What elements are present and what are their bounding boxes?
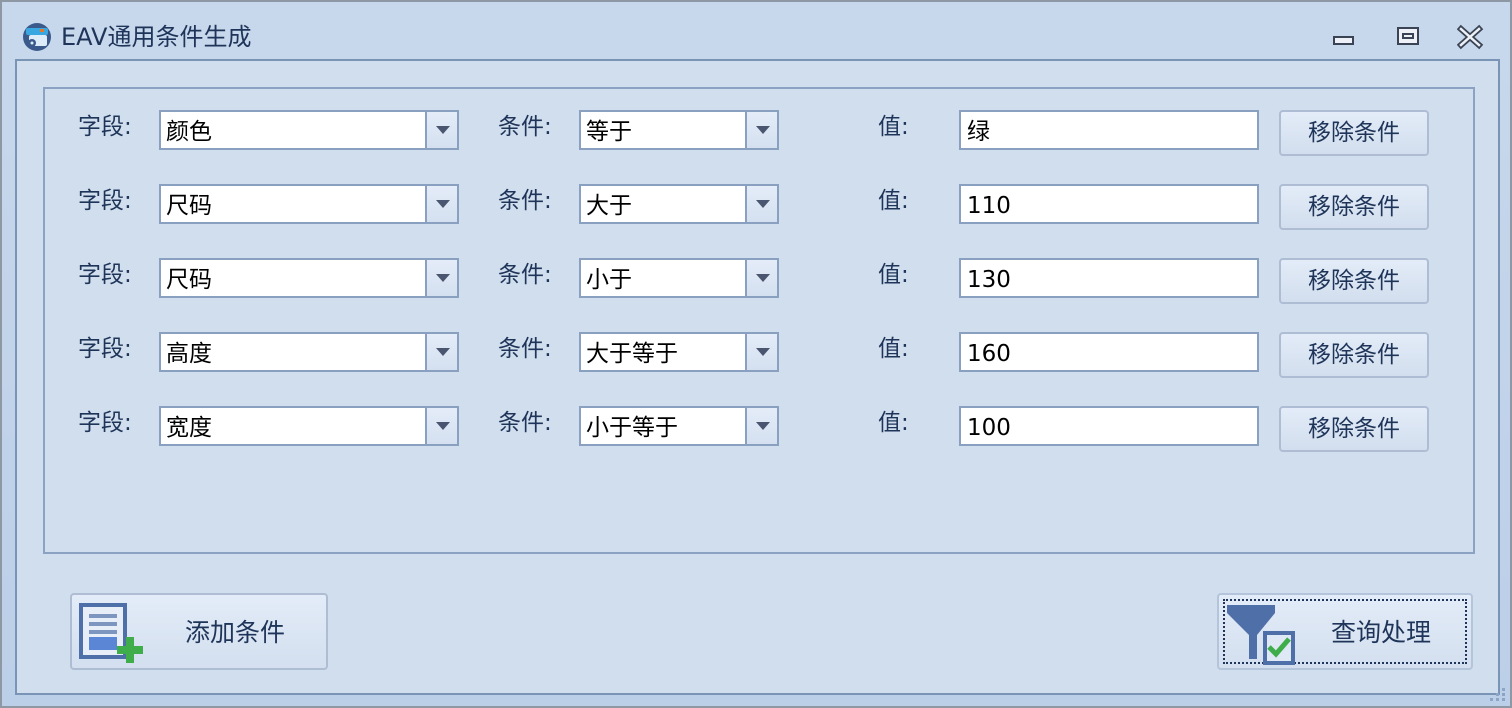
field-value: 宽度 xyxy=(166,415,212,441)
condition-dropdown-button[interactable] xyxy=(745,260,777,296)
value-label: 值: xyxy=(878,410,909,436)
field-combo[interactable]: 尺码 xyxy=(159,184,459,224)
condition-combo[interactable]: 大于 xyxy=(579,184,779,224)
field-dropdown-button[interactable] xyxy=(425,408,457,444)
resize-grip-icon[interactable] xyxy=(1486,682,1508,704)
field-value: 尺码 xyxy=(166,267,212,293)
field-label: 字段: xyxy=(78,336,132,362)
condition-dropdown-button[interactable] xyxy=(745,186,777,222)
field-value: 颜色 xyxy=(166,119,212,145)
value-text: 100 xyxy=(967,415,1011,441)
field-label: 字段: xyxy=(78,188,132,214)
condition-dropdown-button[interactable] xyxy=(745,112,777,148)
condition-value: 大于 xyxy=(586,193,632,219)
condition-combo[interactable]: 小于 xyxy=(579,258,779,298)
filter-check-icon xyxy=(1225,603,1299,673)
restore-icon xyxy=(1397,27,1419,45)
condition-row: 字段: 高度 条件: 大于等于 值: 160 移除条件 xyxy=(45,332,1473,378)
value-input[interactable]: 100 xyxy=(959,406,1259,446)
client-area: 字段: 颜色 条件: 等于 值: 绿 移除条件 字段: 尺码 条件: 大于 值:… xyxy=(15,59,1500,695)
value-input[interactable]: 绿 xyxy=(959,110,1259,150)
condition-value: 小于 xyxy=(586,267,632,293)
remove-condition-button[interactable]: 移除条件 xyxy=(1279,184,1429,230)
value-text: 160 xyxy=(967,341,1011,367)
condition-dropdown-button[interactable] xyxy=(745,334,777,370)
field-label: 字段: xyxy=(78,410,132,436)
condition-row: 字段: 宽度 条件: 小于等于 值: 100 移除条件 xyxy=(45,406,1473,452)
query-label: 查询处理 xyxy=(1331,618,1432,647)
app-database-icon xyxy=(22,22,52,52)
condition-row: 字段: 尺码 条件: 小于 值: 130 移除条件 xyxy=(45,258,1473,304)
condition-label: 条件: xyxy=(498,188,552,214)
field-combo[interactable]: 高度 xyxy=(159,332,459,372)
remove-condition-button[interactable]: 移除条件 xyxy=(1279,406,1429,452)
remove-condition-button[interactable]: 移除条件 xyxy=(1279,110,1429,156)
condition-combo[interactable]: 小于等于 xyxy=(579,406,779,446)
window: EAV通用条件生成 字段: 颜色 条件: 等于 值: 绿 移除条件 字段: 尺码… xyxy=(0,0,1512,708)
field-combo[interactable]: 宽度 xyxy=(159,406,459,446)
condition-combo[interactable]: 大于等于 xyxy=(579,332,779,372)
field-dropdown-button[interactable] xyxy=(425,186,457,222)
minimize-button[interactable] xyxy=(1330,24,1358,50)
title-bar[interactable]: EAV通用条件生成 xyxy=(2,2,1510,60)
condition-row: 字段: 尺码 条件: 大于 值: 110 移除条件 xyxy=(45,184,1473,230)
field-combo[interactable]: 尺码 xyxy=(159,258,459,298)
field-dropdown-button[interactable] xyxy=(425,112,457,148)
condition-label: 条件: xyxy=(498,336,552,362)
condition-value: 小于等于 xyxy=(586,415,678,441)
value-input[interactable]: 160 xyxy=(959,332,1259,372)
minimize-icon xyxy=(1333,36,1354,45)
value-label: 值: xyxy=(878,188,909,214)
value-label: 值: xyxy=(878,262,909,288)
remove-condition-button[interactable]: 移除条件 xyxy=(1279,332,1429,378)
condition-dropdown-button[interactable] xyxy=(745,408,777,444)
close-button[interactable] xyxy=(1457,24,1485,50)
condition-row: 字段: 颜色 条件: 等于 值: 绿 移除条件 xyxy=(45,110,1473,156)
condition-label: 条件: xyxy=(498,410,552,436)
field-combo[interactable]: 颜色 xyxy=(159,110,459,150)
close-icon xyxy=(1457,24,1484,50)
window-title: EAV通用条件生成 xyxy=(61,23,252,51)
condition-value: 等于 xyxy=(586,119,632,145)
add-condition-label: 添加条件 xyxy=(185,618,286,647)
value-input[interactable]: 130 xyxy=(959,258,1259,298)
field-value: 尺码 xyxy=(166,193,212,219)
field-dropdown-button[interactable] xyxy=(425,334,457,370)
condition-label: 条件: xyxy=(498,114,552,140)
field-label: 字段: xyxy=(78,114,132,140)
field-dropdown-button[interactable] xyxy=(425,260,457,296)
field-value: 高度 xyxy=(166,341,212,367)
value-label: 值: xyxy=(878,336,909,362)
value-text: 130 xyxy=(967,267,1011,293)
remove-condition-button[interactable]: 移除条件 xyxy=(1279,258,1429,304)
condition-combo[interactable]: 等于 xyxy=(579,110,779,150)
add-condition-button[interactable]: 添加条件 xyxy=(70,593,328,670)
query-button[interactable]: 查询处理 xyxy=(1217,593,1473,670)
value-label: 值: xyxy=(878,114,909,140)
value-text: 绿 xyxy=(967,119,990,145)
field-label: 字段: xyxy=(78,262,132,288)
condition-value: 大于等于 xyxy=(586,341,678,367)
add-document-icon xyxy=(78,603,144,667)
conditions-panel: 字段: 颜色 条件: 等于 值: 绿 移除条件 字段: 尺码 条件: 大于 值:… xyxy=(43,87,1475,554)
value-text: 110 xyxy=(967,193,1011,219)
restore-button[interactable] xyxy=(1395,24,1423,50)
condition-label: 条件: xyxy=(498,262,552,288)
value-input[interactable]: 110 xyxy=(959,184,1259,224)
